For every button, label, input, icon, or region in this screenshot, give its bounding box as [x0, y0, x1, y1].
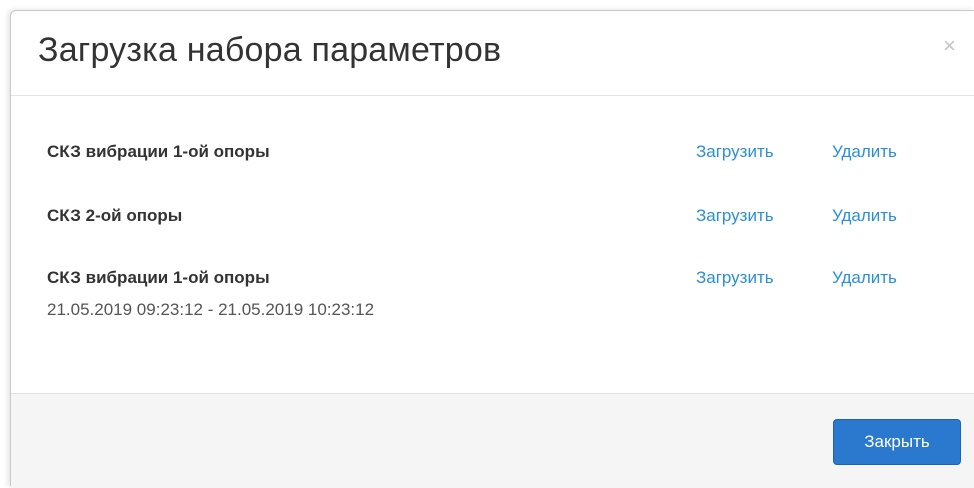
load-preset-link[interactable]: Загрузить — [696, 206, 774, 226]
load-preset-link[interactable]: Загрузить — [696, 142, 774, 162]
preset-name: СКЗ 2-ой опоры — [47, 206, 183, 225]
dialog-title: Загрузка набора параметров — [38, 31, 502, 69]
dialog-footer: Закрыть — [11, 393, 974, 488]
delete-preset-link[interactable]: Удалить — [832, 142, 897, 162]
load-preset-link[interactable]: Загрузить — [696, 268, 774, 288]
close-icon[interactable]: × — [943, 35, 956, 57]
load-parameter-set-dialog: Загрузка набора параметров × СКЗ вибраци… — [10, 10, 974, 488]
preset-name: СКЗ вибрации 1-ой опоры — [47, 142, 270, 161]
delete-preset-link[interactable]: Удалить — [832, 268, 897, 288]
preset-name: СКЗ вибрации 1-ой опоры — [47, 268, 270, 287]
dialog-header: Загрузка набора параметров × — [11, 11, 974, 96]
delete-preset-link[interactable]: Удалить — [832, 206, 897, 226]
preset-time-range: 21.05.2019 09:23:12 - 21.05.2019 10:23:1… — [47, 300, 375, 319]
dialog-body: СКЗ вибрации 1-ой опоры Загрузить Удалит… — [11, 96, 974, 393]
close-button[interactable]: Закрыть — [833, 419, 961, 465]
